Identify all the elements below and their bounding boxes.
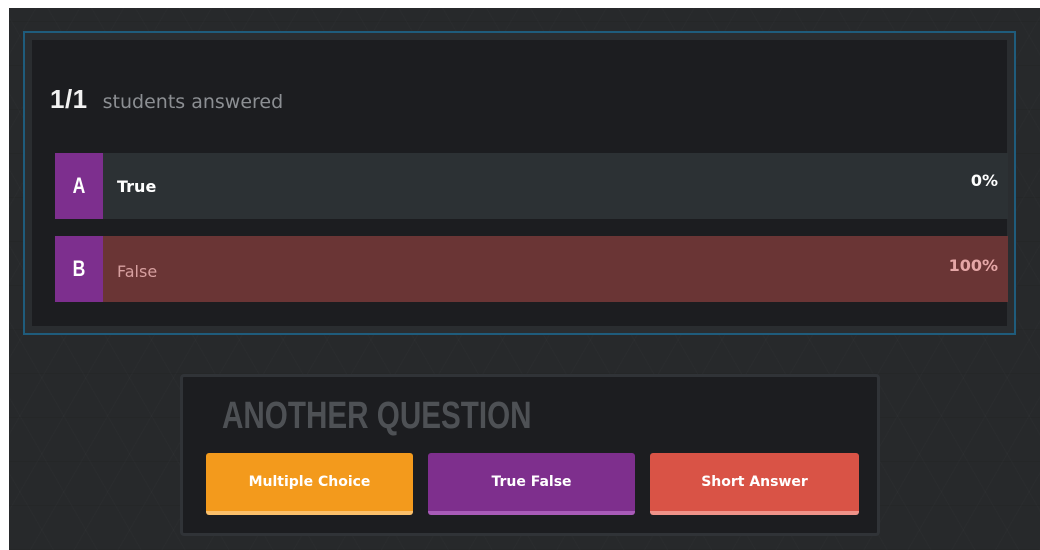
- true-false-button[interactable]: True False: [428, 453, 635, 515]
- answer-option-a: A True 0%: [55, 153, 1008, 219]
- another-question-panel: ANOTHER QUESTION Multiple Choice True Fa…: [180, 374, 880, 536]
- another-question-title: ANOTHER QUESTION: [222, 395, 532, 437]
- answer-option-b: B False 100%: [55, 236, 1008, 302]
- answer-percent: 0%: [970, 171, 998, 190]
- results-panel: 1/1 students answered A True 0% B False …: [23, 31, 1016, 335]
- app-stage: 1/1 students answered A True 0% B False …: [9, 8, 1040, 550]
- results-inner: 1/1 students answered A True 0% B False …: [32, 40, 1008, 326]
- answer-letter-badge: A: [55, 153, 103, 219]
- answered-label: students answered: [102, 91, 284, 113]
- answer-letter-badge: B: [55, 236, 103, 302]
- answer-letter: B: [72, 256, 86, 281]
- short-answer-button[interactable]: Short Answer: [650, 453, 859, 515]
- multiple-choice-button[interactable]: Multiple Choice: [206, 453, 413, 515]
- answer-percent: 100%: [948, 256, 998, 275]
- answer-label: True: [117, 177, 157, 196]
- answer-letter: A: [72, 173, 86, 198]
- answer-label: False: [117, 262, 158, 281]
- answered-summary: 1/1 students answered: [50, 84, 283, 115]
- answered-count: 1/1: [50, 84, 88, 114]
